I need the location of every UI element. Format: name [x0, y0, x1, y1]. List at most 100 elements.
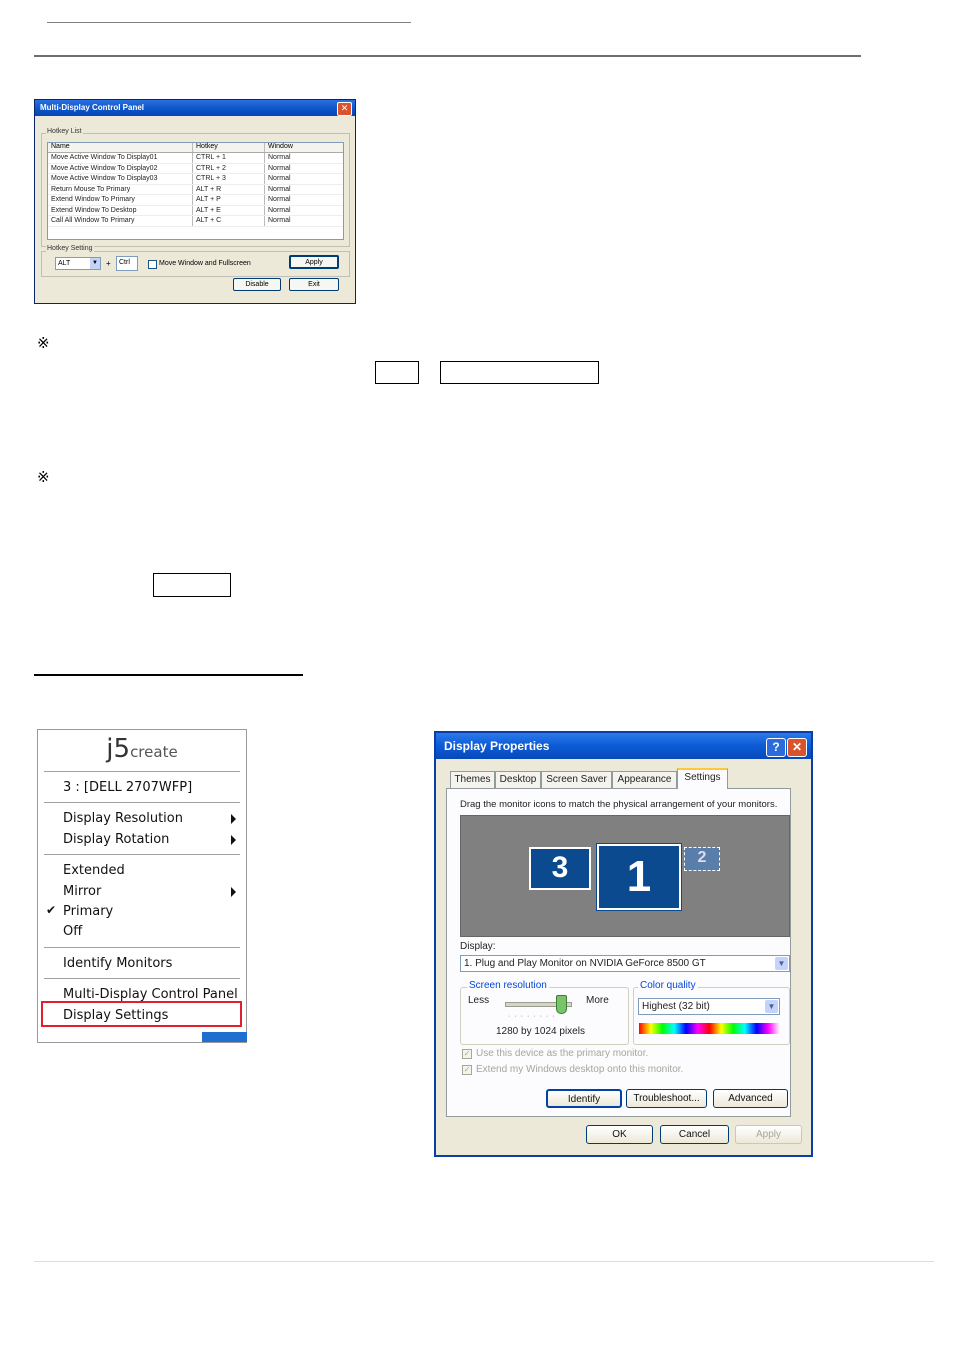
table-row[interactable]: Extend Window To Desktop ALT + E Normal — [48, 205, 343, 216]
monitor-1-icon[interactable]: 1 — [596, 843, 682, 911]
table-row[interactable]: Extend Window To Primary ALT + P Normal — [48, 195, 343, 206]
display-properties-window: Display Properties ? ✕ Themes Desktop Sc… — [434, 731, 813, 1157]
table-header: Name Hotkey Window — [48, 143, 343, 153]
submenu-arrow-icon — [231, 814, 236, 824]
logo-sub: create — [130, 743, 178, 761]
j5create-logo: j5create — [38, 732, 246, 766]
tab-appearance[interactable]: Appearance — [612, 771, 677, 788]
note-mark: ※ — [37, 334, 50, 352]
modifier-value: ALT — [58, 260, 71, 267]
instruction-text: Drag the monitor icons to match the phys… — [460, 799, 778, 810]
tab-screen-saver[interactable]: Screen Saver — [541, 771, 612, 788]
close-icon[interactable]: ✕ — [337, 102, 352, 116]
row-window: Normal — [268, 206, 291, 214]
ok-button[interactable]: OK — [586, 1125, 653, 1144]
row-name: Return Mouse To Primary — [48, 184, 193, 194]
move-fullscreen-checkbox[interactable] — [148, 260, 157, 269]
section-underline — [34, 674, 303, 676]
monitor-3-icon[interactable]: 3 — [529, 847, 591, 890]
extend-desktop-checkbox: ✓ — [462, 1065, 472, 1075]
tab-themes[interactable]: Themes — [450, 771, 495, 788]
footer-rule — [34, 1261, 934, 1262]
row-name: Call All Window To Primary — [48, 216, 193, 226]
hotkey-list-label: Hotkey List — [46, 128, 83, 135]
row-hotkey: CTRL + 3 — [193, 174, 265, 184]
tab-desktop[interactable]: Desktop — [495, 771, 541, 788]
row-hotkey: ALT + R — [193, 184, 265, 194]
row-hotkey: ALT + E — [193, 205, 265, 215]
close-icon[interactable]: ✕ — [787, 738, 807, 757]
cancel-button[interactable]: Cancel — [660, 1125, 729, 1144]
column-header-name[interactable]: Name — [48, 143, 193, 152]
row-name: Extend Window To Primary — [48, 195, 193, 205]
row-window: Normal — [268, 217, 291, 224]
row-hotkey: ALT + P — [193, 195, 265, 205]
primary-monitor-checkbox: ✓ — [462, 1049, 472, 1059]
table-row[interactable]: Call All Window To Primary ALT + C Normal — [48, 216, 343, 227]
row-name: Move Active Window To Display03 — [48, 174, 193, 184]
row-hotkey: CTRL + 1 — [193, 153, 265, 163]
color-spectrum-bar — [639, 1023, 780, 1034]
identify-button[interactable]: Identify — [546, 1089, 622, 1108]
screen-resolution-label: Screen resolution — [467, 980, 549, 991]
menu-item-mirror[interactable]: Mirror — [63, 882, 101, 901]
less-label: Less — [468, 995, 490, 1006]
menu-item-off[interactable]: Off — [63, 922, 82, 941]
window-title: Multi-Display Control Panel — [35, 100, 355, 116]
text-box-placeholder — [153, 573, 231, 597]
row-window: Normal — [268, 196, 291, 203]
exit-button[interactable]: Exit — [289, 278, 339, 291]
modifier-select[interactable]: ALT ▼ — [55, 257, 101, 270]
apply-button[interactable]: Apply — [289, 255, 339, 269]
display-select[interactable]: 1. Plug and Play Monitor on NVIDIA GeFor… — [460, 955, 790, 972]
menu-separator — [44, 802, 240, 803]
chevron-down-icon[interactable]: ▼ — [775, 957, 788, 970]
color-quality-label: Color quality — [638, 980, 698, 991]
header-short-rule — [47, 22, 411, 23]
row-hotkey: CTRL + 2 — [193, 163, 265, 173]
column-header-hotkey[interactable]: Hotkey — [193, 143, 265, 152]
table-row[interactable]: Move Active Window To Display03 CTRL + 3N… — [48, 174, 343, 185]
resolution-slider-thumb[interactable] — [556, 995, 568, 1014]
submenu-arrow-icon — [231, 887, 236, 897]
color-quality-select[interactable]: Highest (32 bit) ▼ — [638, 998, 780, 1015]
multi-display-control-panel-window: Multi-Display Control Panel ✕ Hotkey Lis… — [34, 99, 356, 304]
menu-item-extended[interactable]: Extended — [63, 861, 125, 880]
row-window: Normal — [268, 175, 291, 182]
key-input[interactable]: Ctrl — [116, 256, 138, 271]
taskbar-strip — [202, 1032, 247, 1042]
highlight-box — [41, 1001, 242, 1027]
row-hotkey: ALT + C — [193, 216, 265, 226]
row-window: Normal — [268, 185, 291, 193]
table-row[interactable]: Move Active Window To Display01 CTRL + 1N… — [48, 153, 343, 164]
checkmark-icon: ✔ — [46, 903, 57, 917]
column-header-window[interactable]: Window — [265, 143, 343, 152]
chevron-down-icon[interactable]: ▼ — [90, 258, 100, 269]
monitor-2-icon[interactable]: 2 — [684, 847, 720, 871]
menu-separator — [44, 978, 240, 979]
tab-settings[interactable]: Settings — [677, 768, 728, 789]
slider-ticks: ········ — [508, 1013, 559, 1020]
troubleshoot-button[interactable]: Troubleshoot... — [626, 1089, 707, 1108]
disable-button[interactable]: Disable — [233, 278, 281, 291]
menu-item-display-rotation[interactable]: Display Rotation — [63, 830, 169, 849]
apply-button: Apply — [735, 1125, 802, 1144]
menu-separator — [44, 854, 240, 855]
help-icon[interactable]: ? — [766, 738, 786, 757]
table-row[interactable]: Return Mouse To Primary ALT + R Normal — [48, 184, 343, 195]
display-value: 1. Plug and Play Monitor on NVIDIA GeFor… — [464, 958, 706, 969]
menu-separator — [44, 947, 240, 948]
chevron-down-icon[interactable]: ▼ — [765, 1000, 778, 1013]
advanced-button[interactable]: Advanced — [713, 1089, 788, 1108]
table-row[interactable]: Move Active Window To Display02 CTRL + 2N… — [48, 163, 343, 174]
display-label: Display: — [460, 941, 496, 952]
menu-item-display-resolution[interactable]: Display Resolution — [63, 809, 183, 828]
text-box-placeholder — [440, 361, 599, 384]
menu-item-identify-monitors[interactable]: Identify Monitors — [63, 954, 172, 973]
j5create-tray-menu: j5create 3 : [DELL 2707WFP] Display Reso… — [37, 729, 247, 1043]
row-window: Normal — [268, 154, 291, 161]
more-label: More — [586, 995, 609, 1006]
menu-item-primary[interactable]: Primary — [63, 902, 113, 921]
monitor-label: 3 : [DELL 2707WFP] — [63, 780, 193, 795]
hotkey-table[interactable]: Name Hotkey Window Move Active Window To… — [47, 142, 344, 240]
